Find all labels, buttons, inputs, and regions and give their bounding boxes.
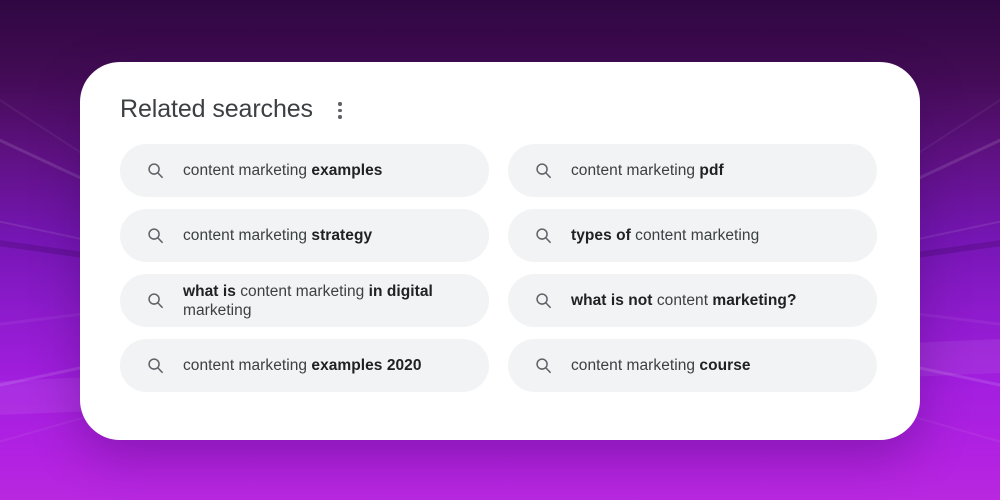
related-search-pill[interactable]: what is content marketing in digital mar… [120, 274, 489, 327]
related-search-label: content marketing pdf [571, 162, 724, 179]
related-search-label: content marketing course [571, 357, 751, 374]
related-searches-card: Related searches content marketing examp… [80, 62, 920, 440]
related-searches-list: content marketing examples content market… [120, 144, 882, 392]
search-icon [146, 161, 165, 180]
search-icon [146, 226, 165, 245]
search-icon [534, 161, 553, 180]
kebab-menu-icon[interactable] [329, 98, 351, 124]
related-search-label: content marketing strategy [183, 227, 373, 244]
related-search-pill[interactable]: content marketing examples [120, 144, 489, 197]
page-title: Related searches [120, 95, 313, 123]
related-search-pill[interactable]: content marketing examples 2020 [120, 339, 489, 392]
related-search-pill[interactable]: types of content marketing [508, 209, 877, 262]
search-icon [146, 356, 165, 375]
related-search-pill[interactable]: content marketing course [508, 339, 877, 392]
related-search-label: types of content marketing [571, 227, 760, 244]
related-search-pill[interactable]: content marketing pdf [508, 144, 877, 197]
related-search-label: what is content marketing in digital mar… [183, 282, 433, 319]
search-icon [534, 291, 553, 310]
search-icon [534, 356, 553, 375]
related-search-pill[interactable]: content marketing strategy [120, 209, 489, 262]
related-search-pill[interactable]: what is not content marketing? [508, 274, 877, 327]
search-icon [534, 226, 553, 245]
related-search-label: content marketing examples [183, 162, 383, 179]
related-search-label: content marketing examples 2020 [183, 357, 422, 374]
related-search-label: what is not content marketing? [571, 292, 797, 309]
card-header: Related searches [120, 92, 882, 126]
search-icon [146, 291, 165, 310]
